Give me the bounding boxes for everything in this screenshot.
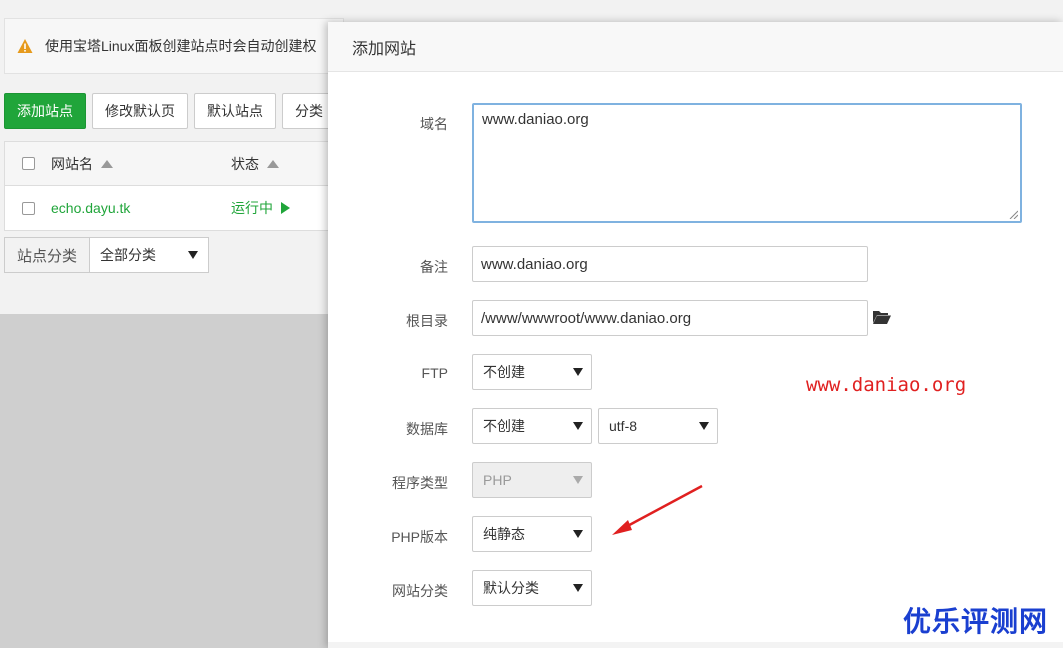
php-version-label: PHP版本	[391, 529, 448, 545]
warning-icon	[17, 39, 33, 53]
category-filter: 站点分类 全部分类	[4, 237, 210, 273]
site-name-link[interactable]: echo.dayu.tk	[51, 200, 130, 216]
row-checkbox[interactable]	[21, 201, 35, 215]
folder-open-icon[interactable]	[873, 310, 891, 324]
select-all-checkbox[interactable]	[21, 157, 35, 170]
ftp-label: FTP	[421, 365, 448, 381]
toolbar: 添加站点 修改默认页 默认站点 分类	[4, 93, 336, 129]
program-type-label: 程序类型	[392, 475, 448, 491]
caret-down-icon	[573, 476, 583, 484]
sort-up-icon[interactable]	[267, 159, 279, 168]
domain-label: 域名	[420, 116, 448, 132]
remark-value: www.daniao.org	[481, 255, 588, 273]
database-label: 数据库	[406, 421, 448, 437]
play-icon[interactable]	[281, 202, 290, 214]
root-dir-value: /www/wwwroot/www.daniao.org	[481, 309, 692, 327]
site-category-label: 网站分类	[392, 583, 448, 599]
resize-grip-icon[interactable]	[1008, 209, 1018, 219]
charset-select[interactable]: utf-8	[598, 408, 718, 444]
column-header-status[interactable]: 状态	[231, 154, 259, 174]
category-filter-select[interactable]: 全部分类	[89, 237, 210, 273]
add-site-button[interactable]: 添加站点	[4, 93, 86, 129]
program-type-value: PHP	[483, 472, 512, 488]
site-category-select[interactable]: 默认分类	[472, 570, 592, 606]
table-header: 网站名 状态	[5, 142, 333, 186]
add-site-modal: 添加网站 域名 www.daniao.org 备注 www.daniao.org…	[328, 22, 1063, 648]
caret-down-icon	[699, 422, 709, 430]
site-category-value: 默认分类	[483, 580, 539, 596]
root-dir-input[interactable]: /www/wwwroot/www.daniao.org	[472, 300, 868, 336]
brand-watermark: 优乐评测网	[903, 605, 1049, 638]
caret-down-icon	[573, 584, 583, 592]
caret-down-icon	[573, 368, 583, 376]
site-status[interactable]: 运行中	[231, 198, 273, 218]
domain-value: www.daniao.org	[482, 111, 589, 128]
root-dir-label: 根目录	[406, 313, 448, 329]
modal-title: 添加网站	[328, 22, 1063, 72]
url-watermark: www.daniao.org	[806, 374, 967, 396]
category-filter-label: 站点分类	[4, 237, 90, 273]
column-header-name[interactable]: 网站名	[51, 154, 93, 174]
caret-down-icon	[573, 422, 583, 430]
remark-label: 备注	[420, 259, 448, 275]
ftp-value: 不创建	[483, 364, 525, 380]
caret-down-icon	[188, 251, 199, 259]
ftp-select[interactable]: 不创建	[472, 354, 592, 390]
notice-text: 使用宝塔Linux面板创建站点时会自动创建权	[45, 38, 317, 54]
table-row: echo.dayu.tk 运行中	[5, 186, 333, 230]
notice-bar: 使用宝塔Linux面板创建站点时会自动创建权	[4, 18, 344, 74]
caret-down-icon	[573, 530, 583, 538]
domain-textarea[interactable]: www.daniao.org	[472, 103, 1022, 223]
database-select[interactable]: 不创建	[472, 408, 592, 444]
sort-up-icon[interactable]	[101, 159, 113, 168]
database-value: 不创建	[483, 418, 525, 434]
program-type-select: PHP	[472, 462, 592, 498]
annotation-arrow-icon	[612, 484, 703, 535]
php-version-select[interactable]: 纯静态	[472, 516, 592, 552]
default-site-button[interactable]: 默认站点	[194, 93, 276, 129]
site-table: 网站名 状态 echo.dayu.tk 运行中	[4, 141, 334, 231]
charset-value: utf-8	[609, 418, 638, 434]
php-version-value: 纯静态	[483, 526, 525, 542]
remark-input[interactable]: www.daniao.org	[472, 246, 868, 282]
modal-footer	[328, 642, 1063, 648]
category-filter-value: 全部分类	[100, 247, 157, 263]
edit-default-page-button[interactable]: 修改默认页	[92, 93, 188, 129]
